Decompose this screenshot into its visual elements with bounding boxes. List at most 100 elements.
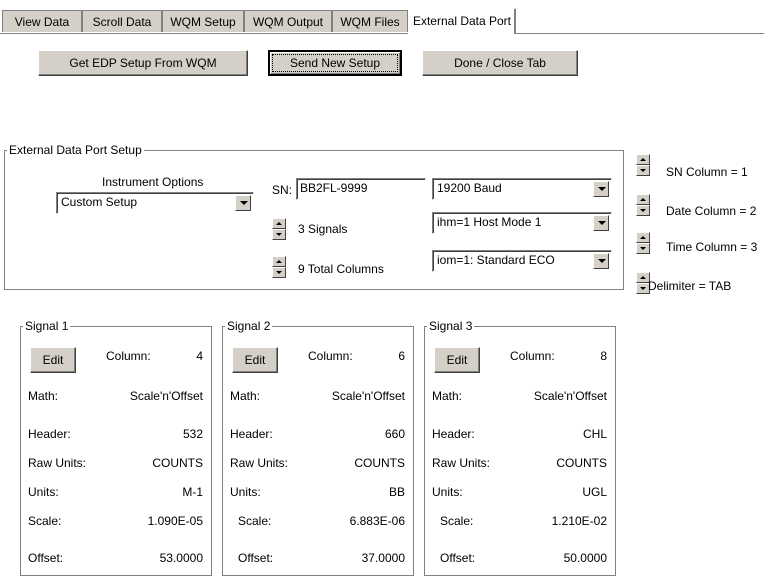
math-label: Math: [432,389,463,403]
signal-3-group: Signal 3 Edit Column: 8 Math: Scale'n'Of… [424,319,616,576]
spin-up-icon[interactable] [636,194,650,205]
column-value: 6 [398,349,405,363]
header-value: 660 [384,427,405,441]
baud-select[interactable]: 19200 Baud [432,178,612,200]
total-columns-spinner[interactable] [272,256,286,278]
column-label: Column: [308,349,353,363]
column-value: 4 [196,349,203,363]
offset-value: 37.0000 [361,551,405,565]
host-mode-select[interactable]: ihm=1 Host Mode 1 [432,212,612,234]
units-label: Units: [432,485,463,499]
spin-up-icon[interactable] [272,256,286,267]
math-value: Scale'n'Offset [129,389,203,403]
spin-up-icon[interactable] [272,218,286,229]
date-column-spinner[interactable] [636,194,650,216]
chevron-down-icon[interactable] [593,181,609,197]
scale-label: Scale: [440,514,474,528]
output-mode-select[interactable]: iom=1: Standard ECO [432,250,612,272]
sn-column-text: SN Column = 1 [666,165,748,179]
spin-down-icon[interactable] [636,165,650,176]
math-value: Scale'n'Offset [533,389,607,403]
host-mode-value: ihm=1 Host Mode 1 [437,215,542,229]
column-label: Column: [510,349,555,363]
signals-spinner[interactable] [272,218,286,240]
header-label: Header: [230,427,273,441]
raw-units-label: Raw Units: [432,456,491,470]
signal-1-group: Signal 1 Edit Column: 4 Math: Scale'n'Of… [20,319,212,576]
tab-scroll-data[interactable]: Scroll Data [82,10,162,32]
column-value: 8 [600,349,607,363]
spin-up-icon[interactable] [636,232,650,243]
chevron-down-icon[interactable] [235,195,251,211]
header-label: Header: [28,427,71,441]
signal-title: Signal 3 [427,319,475,333]
tab-wqm-setup[interactable]: WQM Setup [162,10,244,32]
sn-input[interactable]: BB2FL-9999 [296,178,426,200]
tab-external-data-port[interactable]: External Data Port [408,8,516,34]
scale-value: 1.210E-02 [551,514,607,528]
raw-units-value: COUNTS [152,456,203,470]
date-column-text: Date Column = 2 [666,204,757,218]
offset-value: 50.0000 [563,551,607,565]
tab-wqm-files[interactable]: WQM Files [332,10,408,32]
send-new-setup-button[interactable]: Send New Setup [268,50,402,76]
offset-label: Offset: [238,551,274,565]
signal-title: Signal 1 [23,319,71,333]
scale-value: 1.090E-05 [147,514,203,528]
raw-units-label: Raw Units: [230,456,289,470]
chevron-down-icon[interactable] [593,215,609,231]
sn-label: SN: [272,183,293,197]
done-close-tab-label: Done / Close Tab [454,56,546,70]
edit-signal-1-button[interactable]: Edit [30,347,76,373]
header-value: CHL [582,427,607,441]
edit-label: Edit [42,353,64,367]
scale-value: 6.883E-06 [349,514,405,528]
chevron-down-icon[interactable] [593,253,609,269]
tab-strip: View Data Scroll Data WQM Setup WQM Outp… [0,0,764,36]
scale-label: Scale: [28,514,62,528]
spin-up-icon[interactable] [636,154,650,165]
signals-count: 3 Signals [298,222,348,236]
column-label: Column: [106,349,151,363]
spin-down-icon[interactable] [636,205,650,216]
units-label: Units: [230,485,261,499]
spin-down-icon[interactable] [272,229,286,240]
offset-value: 53.0000 [159,551,203,565]
edit-label: Edit [446,353,468,367]
time-column-spinner[interactable] [636,232,650,254]
total-columns-count: 9 Total Columns [298,262,384,276]
get-edp-setup-button[interactable]: Get EDP Setup From WQM [38,50,248,76]
baud-value: 19200 Baud [437,181,502,195]
math-value: Scale'n'Offset [331,389,405,403]
spin-down-icon[interactable] [272,267,286,278]
signal-2-group: Signal 2 Edit Column: 6 Math: Scale'n'Of… [222,319,414,576]
tab-view-data[interactable]: View Data [2,10,82,32]
instrument-options-label: Instrument Options [102,175,204,189]
instrument-options-value: Custom Setup [61,195,138,209]
delimiter-text: Delimiter = TAB [648,279,732,293]
offset-label: Offset: [28,551,64,565]
units-value: UGL [582,485,607,499]
math-label: Math: [230,389,261,403]
header-label: Header: [432,427,475,441]
scale-label: Scale: [238,514,272,528]
units-value: BB [388,485,405,499]
done-close-tab-button[interactable]: Done / Close Tab [422,50,578,76]
offset-label: Offset: [440,551,476,565]
raw-units-label: Raw Units: [28,456,87,470]
instrument-options-select[interactable]: Custom Setup [56,192,254,214]
units-value: M-1 [182,485,203,499]
edp-setup-legend: External Data Port Setup [7,143,144,157]
spin-down-icon[interactable] [636,243,650,254]
units-label: Units: [28,485,59,499]
sn-column-spinner[interactable] [636,154,650,176]
time-column-text: Time Column = 3 [666,240,758,254]
get-edp-setup-label: Get EDP Setup From WQM [69,56,217,70]
math-label: Math: [28,389,59,403]
edit-signal-2-button[interactable]: Edit [232,347,278,373]
tab-wqm-output[interactable]: WQM Output [244,10,332,32]
edit-label: Edit [244,353,266,367]
raw-units-value: COUNTS [556,456,607,470]
output-mode-value: iom=1: Standard ECO [437,253,555,267]
edit-signal-3-button[interactable]: Edit [434,347,480,373]
